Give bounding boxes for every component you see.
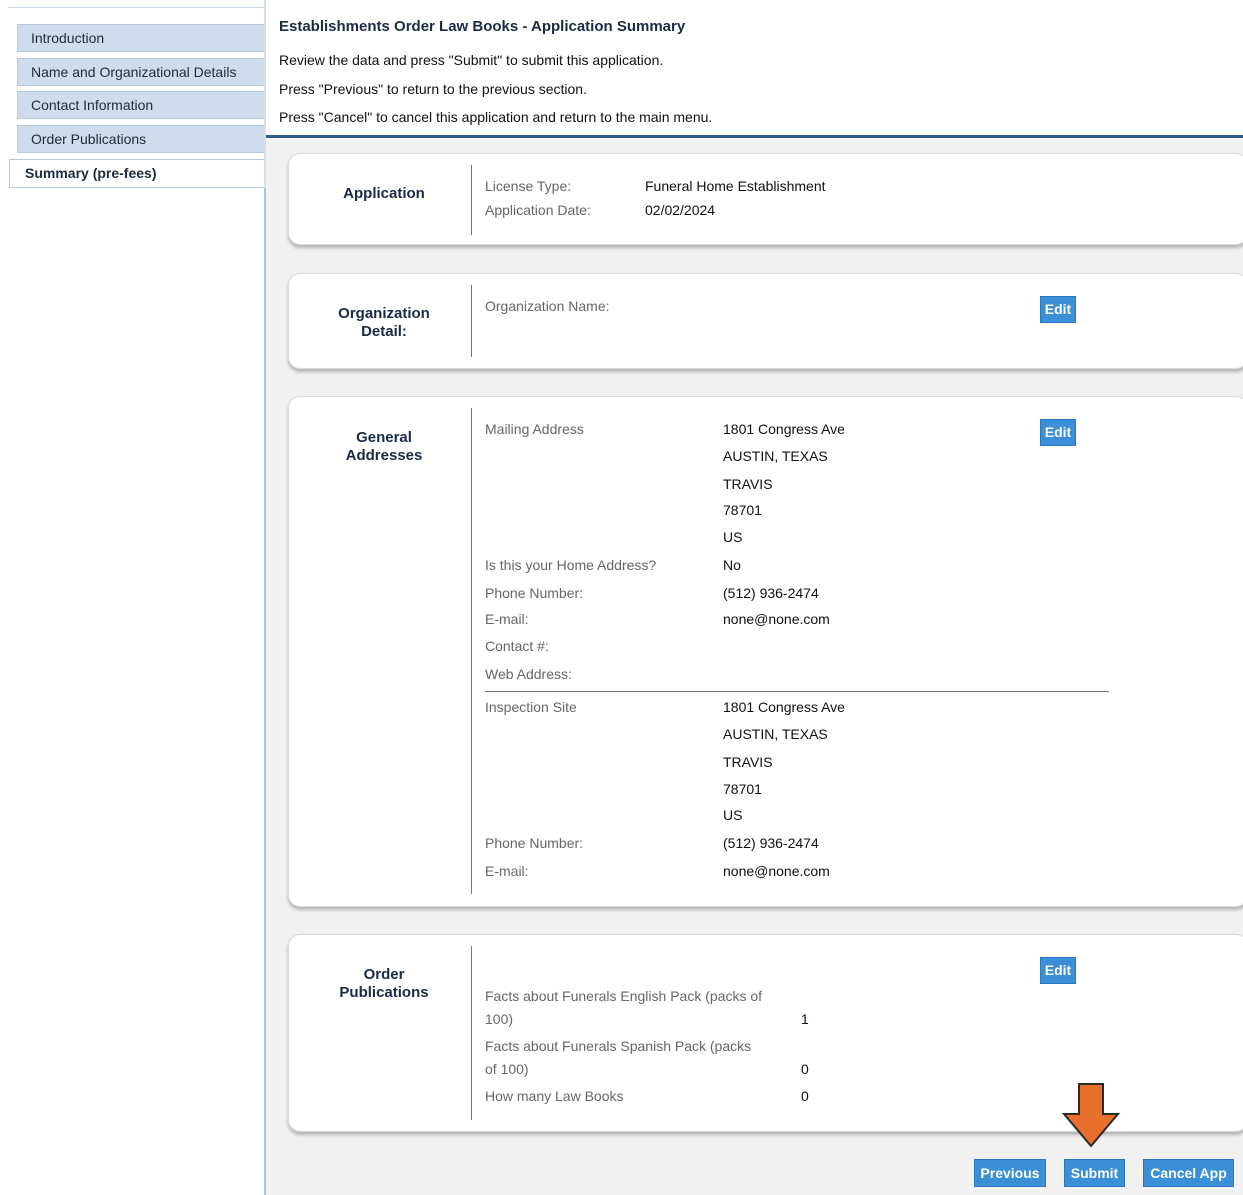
panel-divider [471,285,472,357]
publication-item-qty: 1 [801,1011,809,1027]
application-panel: Application License Type: Funeral Home E… [288,153,1243,245]
instruction-previous: Press "Previous" to return to the previo… [279,81,587,97]
publication-item-label: 100) [485,1011,514,1027]
address-separator [485,691,1109,692]
mailing-address-line: 1801 Congress Ave [723,421,845,437]
addresses-title-line1: General [356,429,412,446]
sidebar-item-order-publications[interactable]: Order Publications [17,125,265,153]
home-address-value: No [723,557,741,573]
application-date-label: Application Date: [485,202,591,218]
page-title: Establishments Order Law Books - Applica… [279,18,686,35]
instruction-cancel: Press "Cancel" to cancel this applicatio… [279,109,713,125]
inspection-address-line: 1801 Congress Ave [723,699,845,715]
mailing-address-line: AUSTIN, TEXAS [723,448,828,464]
inspection-address-line: 78701 [723,781,762,797]
home-address-label: Is this your Home Address? [485,557,657,573]
mailing-phone-label: Phone Number: [485,585,584,601]
previous-button[interactable]: Previous [974,1159,1046,1187]
organization-title-line2: Detail: [361,323,407,340]
mailing-address-line: US [723,529,743,545]
panel-divider [471,165,472,235]
edit-organization-button[interactable]: Edit [1040,296,1076,323]
publications-panel-title: Order Publications [289,966,479,1002]
sidebar-nav: Introduction Name and Organizational Det… [0,0,267,1195]
inspection-phone-value: (512) 936-2474 [723,835,819,851]
license-type-label: License Type: [485,178,572,194]
license-type-value: Funeral Home Establishment [645,178,826,194]
sidebar-item-contact-information[interactable]: Contact Information [17,91,265,119]
organization-panel: Organization Detail: Organization Name: … [288,273,1243,369]
publication-item-label: How many Law Books [485,1088,624,1104]
application-date-value: 02/02/2024 [645,202,716,218]
panel-divider [471,946,472,1120]
web-address-label: Web Address: [485,666,572,682]
inspection-address-line: AUSTIN, TEXAS [723,726,828,742]
mailing-phone-value: (512) 936-2474 [723,585,819,601]
publication-item-qty: 0 [801,1088,809,1104]
mailing-email-label: E-mail: [485,611,529,627]
panel-divider [471,408,472,894]
instruction-submit: Review the data and press "Submit" to su… [279,52,664,68]
publications-title-line1: Order [363,966,405,983]
inspection-address-line: US [723,807,743,823]
sidebar-item-name-and-organizational-details[interactable]: Name and Organizational Details [17,58,265,86]
publication-item-label: of 100) [485,1061,529,1077]
mailing-address-label: Mailing Address [485,421,584,437]
mailing-address-line: 78701 [723,502,762,518]
addresses-panel-title: General Addresses [289,429,479,465]
contact-number-label: Contact #: [485,638,549,654]
inspection-email-label: E-mail: [485,863,529,879]
inspection-phone-label: Phone Number: [485,835,584,851]
cancel-app-button[interactable]: Cancel App [1143,1159,1234,1187]
inspection-address-line: TRAVIS [723,754,773,770]
submit-button[interactable]: Submit [1064,1159,1125,1187]
publication-item-label: Facts about Funerals English Pack (packs… [485,988,763,1004]
organization-panel-title: Organization Detail: [289,305,479,341]
inspection-site-label: Inspection Site [485,699,577,715]
sidebar-item-summary[interactable]: Summary (pre-fees) [9,159,267,188]
addresses-title-line2: Addresses [345,447,423,464]
application-panel-title: Application [343,185,425,202]
organization-name-label: Organization Name: [485,298,610,314]
down-arrow-icon [1062,1083,1120,1148]
edit-addresses-button[interactable]: Edit [1040,419,1076,446]
inspection-email-value: none@none.com [723,863,830,879]
mailing-email-value: none@none.com [723,611,830,627]
sidebar-item-introduction[interactable]: Introduction [17,24,265,52]
publication-item-label: Facts about Funerals Spanish Pack (packs [485,1038,752,1054]
edit-publications-button[interactable]: Edit [1040,957,1076,984]
publication-item-qty: 0 [801,1061,809,1077]
mailing-address-line: TRAVIS [723,476,773,492]
addresses-panel: General Addresses Edit Mailing Address 1… [288,396,1243,907]
sidebar-active-rail [264,188,266,1195]
organization-title-line1: Organization [338,305,430,322]
sidebar-top-border [8,7,266,8]
publications-title-line2: Publications [339,984,429,1001]
